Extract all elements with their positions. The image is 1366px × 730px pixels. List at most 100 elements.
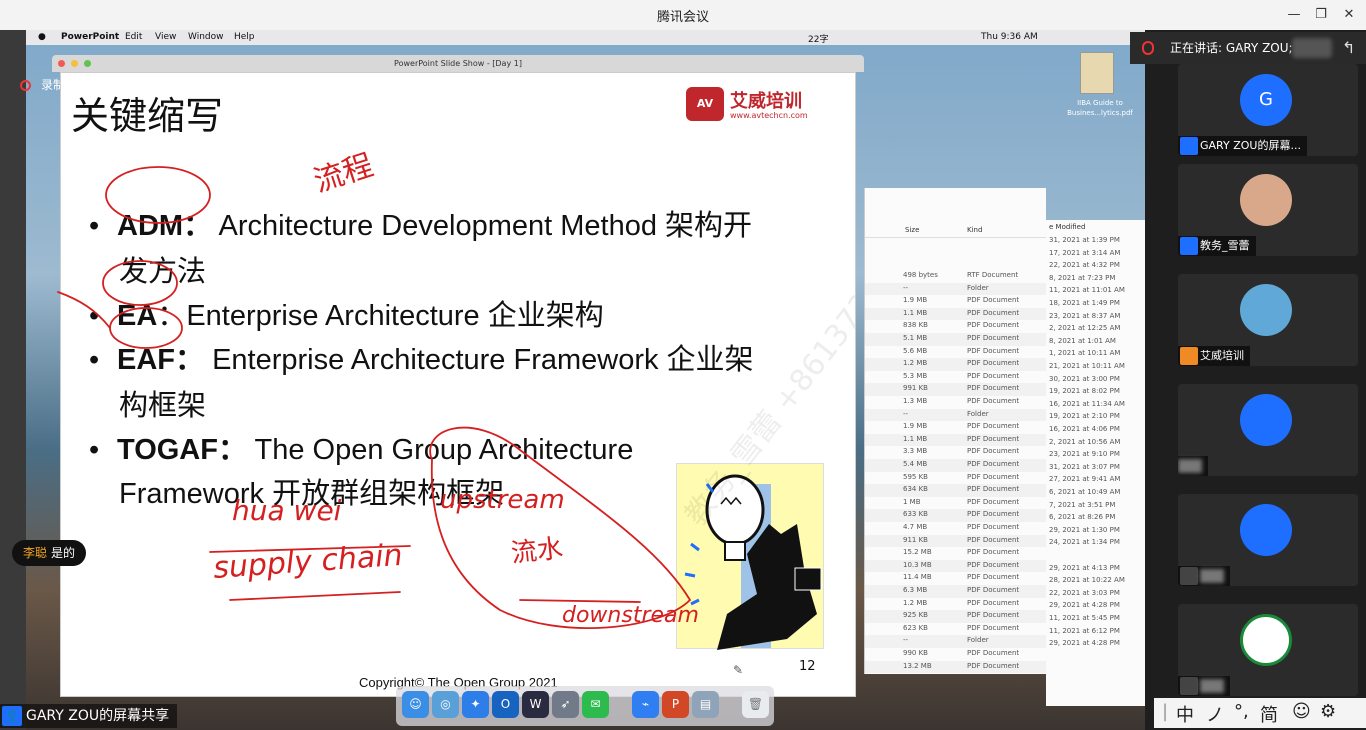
outlook-icon[interactable]: O (492, 691, 519, 718)
modified-cell: 23, 2021 at 8:37 AM (1049, 311, 1121, 320)
bullet-eaf-cont: 构框架 (119, 390, 207, 422)
modified-cell: 11, 2021 at 11:01 AM (1049, 286, 1125, 295)
participant-tile[interactable]: 教务_雪蕾 (1178, 164, 1358, 256)
row-size: 990 KB (903, 649, 928, 657)
modified-cell: 11, 2021 at 5:45 PM (1049, 614, 1120, 622)
participant-tile[interactable] (1178, 604, 1358, 696)
row-kind: PDF Document (967, 661, 1020, 670)
row-size: 633 KB (903, 510, 928, 519)
finder-row[interactable]: 1.1 MB PDF Document (865, 433, 1046, 447)
mic-muted-icon[interactable] (1142, 41, 1154, 55)
row-size: 1.1 MB (903, 434, 928, 443)
participant-tile[interactable]: 艾威培训 (1178, 274, 1358, 366)
finder-row[interactable]: 925 KB PDF Document (865, 610, 1046, 623)
webex-icon[interactable]: W (522, 691, 549, 718)
ime-settings-icon[interactable]: ⚙ (1320, 701, 1336, 722)
ime-moon-icon[interactable]: ノ (1206, 701, 1224, 727)
row-size: 623 KB (903, 623, 928, 632)
preview-icon[interactable]: ▤ (692, 691, 719, 718)
finder-row[interactable]: 15.2 MB PDF Document (865, 547, 1046, 560)
modified-cell: 22, 2021 at 3:03 PM (1049, 588, 1120, 597)
finder-row[interactable]: 5.3 MB PDF Document (865, 371, 1046, 384)
modified-cell: 17, 2021 at 3:14 AM (1049, 248, 1121, 257)
finder-row[interactable]: 11.4 MB PDF Document (865, 572, 1046, 585)
back-icon[interactable]: ↰ (1342, 32, 1355, 64)
finder-row[interactable]: 6.3 MB PDF Document (865, 585, 1046, 598)
tencent-meeting-icon[interactable]: ⌁ (632, 691, 659, 718)
finder-row[interactable]: 991 KB PDF Document (865, 383, 1046, 396)
slide-title: 关键缩写 (71, 94, 224, 138)
recording-label: 录制中 (41, 78, 78, 92)
row-size: 911 KB (903, 535, 928, 544)
meeting-title-bar: 腾讯会议 — ❐ ✕ (0, 0, 1366, 30)
finder-row[interactable]: 634 KB PDF Document (865, 484, 1046, 497)
safari-compass-icon[interactable]: ◎ (432, 691, 459, 718)
row-size: 15.2 MB (903, 548, 932, 557)
trash-icon[interactable]: 🗑 (742, 691, 769, 718)
modified-cell: 29, 2021 at 4:28 PM (1049, 601, 1120, 610)
finder-row[interactable]: -- Folder (865, 635, 1046, 648)
finder-row[interactable]: 623 KB PDF Document (865, 623, 1046, 636)
participant-tile[interactable]: G GARY ZOU的屏幕... (1178, 64, 1358, 156)
ppt-window-title: PowerPoint Slide Show - [Day 1] (394, 59, 522, 68)
participant-tile[interactable] (1178, 384, 1358, 476)
finder-row[interactable]: 838 KB PDF Document (865, 320, 1046, 333)
pen-icon[interactable]: ✎ (733, 663, 743, 677)
screen-share-label: 👤 GARY ZOU的屏幕共享 (0, 704, 178, 728)
finder-row[interactable]: 911 KB PDF Document (865, 534, 1046, 548)
participant-tile[interactable] (1178, 494, 1358, 586)
finder-row[interactable]: 1 MB PDF Document (865, 497, 1046, 510)
row-kind: PDF Document (967, 346, 1020, 355)
mic-muted-icon (1180, 677, 1198, 695)
ime-simplified[interactable]: 简 (1260, 701, 1278, 727)
finder-row[interactable]: 1.2 MB PDF Document (865, 598, 1046, 611)
zoom-dot[interactable] (84, 60, 91, 67)
finder-row[interactable]: 1.9 MB PDF Document (865, 421, 1046, 434)
finder-row[interactable]: 1.9 MB PDF Document (865, 295, 1046, 308)
finder-row[interactable]: 633 KB PDF Document (865, 509, 1046, 522)
mac-dock: ☺ ◎ ✦ O W ➶ ✉ ⌁ P ▤ 🗑 (396, 686, 774, 726)
finder-row[interactable]: 13.2 MB PDF Document (865, 660, 1046, 674)
finder-row[interactable]: 595 KB PDF Document (865, 472, 1046, 485)
restore-button[interactable]: ❐ (1310, 4, 1332, 26)
finder-row[interactable]: -- Folder (865, 282, 1046, 296)
modified-cell: 31, 2021 at 3:07 PM (1049, 462, 1120, 471)
modified-cell: 11, 2021 at 6:12 PM (1049, 626, 1120, 635)
powerpoint-icon[interactable]: P (662, 691, 689, 718)
row-size: 925 KB (903, 611, 928, 620)
close-button[interactable]: ✕ (1338, 4, 1360, 26)
status-text: 22字 (808, 35, 829, 45)
row-size: 5.3 MB (903, 371, 928, 380)
row-kind: PDF Document (967, 548, 1020, 557)
finder-row[interactable]: 3.3 MB PDF Document (865, 446, 1046, 459)
row-size: -- (903, 409, 909, 418)
wechat-icon[interactable]: ✉ (582, 691, 609, 718)
finder-row[interactable]: 498 bytes RTF Document (865, 270, 1046, 283)
finder-row[interactable]: -- Folder (865, 408, 1046, 422)
row-size: 13.2 MB (903, 661, 932, 670)
ime-punct[interactable]: °, (1234, 701, 1249, 722)
finder-row[interactable]: 5.6 MB PDF Document (865, 346, 1046, 359)
user-icon (1180, 237, 1198, 255)
finder-row[interactable]: 5.4 MB PDF Document (865, 459, 1046, 472)
ime-emoji-icon[interactable]: ☺ (1292, 701, 1311, 722)
row-kind: PDF Document (967, 573, 1020, 582)
finder-row[interactable]: 5.1 MB PDF Document (865, 333, 1046, 346)
finder-row[interactable]: 1.3 MB PDF Document (865, 396, 1046, 409)
ime-chinese[interactable]: 中 (1176, 701, 1194, 727)
minimize-button[interactable]: — (1283, 4, 1305, 26)
finder-row[interactable]: 5.7 MBPDF Document (865, 673, 1046, 674)
minimize-dot[interactable] (71, 60, 78, 67)
finder-row[interactable]: 1.1 MB PDF Document (865, 307, 1046, 321)
row-kind: PDF Document (967, 384, 1020, 393)
finder-row[interactable]: 1.2 MB PDF Document (865, 358, 1046, 371)
modified-cell: 29, 2021 at 4:28 PM (1049, 639, 1120, 648)
finder-row[interactable]: 10.3 MB PDF Document (865, 559, 1046, 573)
finder-row[interactable]: 990 KB PDF Document (865, 648, 1046, 661)
ime-toolbar: | 中 ノ °, 简 ☺ ⚙ (1154, 698, 1366, 728)
close-dot[interactable] (58, 60, 65, 67)
finder-icon[interactable]: ☺ (402, 691, 429, 718)
launchpad-icon[interactable]: ➶ (552, 691, 579, 718)
safari-icon[interactable]: ✦ (462, 691, 489, 718)
finder-row[interactable]: 4.7 MB PDF Document (865, 522, 1046, 535)
